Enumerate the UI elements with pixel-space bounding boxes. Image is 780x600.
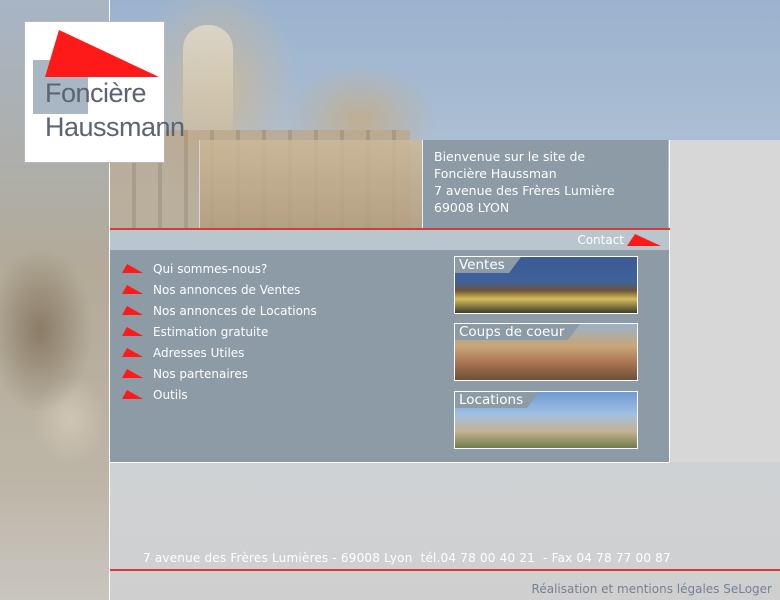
logo[interactable]: Foncière Haussmann [24,21,185,163]
red-arrow-icon [122,264,143,273]
welcome-line1: Bienvenue sur le site de [434,149,586,164]
nav-item-locations[interactable]: Nos annonces de Locations [122,300,317,321]
tower-photo [183,25,233,145]
nav-item-label: Nos partenaires [153,366,248,381]
red-arrow-icon [122,306,143,315]
welcome-line3: 7 avenue des Frères Lumière [434,183,615,198]
red-arrow-icon [122,285,143,294]
thumbnail-locations[interactable]: Locations [454,391,638,449]
thumbnail-ventes[interactable]: Ventes [454,256,638,314]
red-arrow-icon [627,234,661,246]
nav-item-label: Qui sommes-nous? [153,261,268,276]
nav-item-label: Nos annonces de Ventes [153,282,301,297]
right-grey-panel [669,140,780,462]
nav-item-qui-sommes-nous[interactable]: Qui sommes-nous? [122,258,317,279]
nav-item-partenaires[interactable]: Nos partenaires [122,363,317,384]
nav-item-label: Outils [153,387,188,402]
footer-address: 7 avenue des Frères Lumières - 69008 Lyo… [143,551,671,565]
nav-item-adresses[interactable]: Adresses Utiles [122,342,317,363]
thumbnail-label: Ventes [455,257,521,273]
logo-red-triangle [45,30,159,77]
contact-bar: Contact [110,230,669,250]
nav-item-label: Adresses Utiles [153,345,245,360]
nav-item-outils[interactable]: Outils [122,384,317,405]
main-panel: Qui sommes-nous? Nos annonces de Ventes … [110,250,669,463]
nav-item-ventes[interactable]: Nos annonces de Ventes [122,279,317,300]
red-arrow-icon [122,327,143,336]
nav-item-estimation[interactable]: Estimation gratuite [122,321,317,342]
welcome-line4: 69008 LYON [434,200,510,215]
red-arrow-icon [122,369,143,378]
contact-link[interactable]: Contact [577,233,624,247]
welcome-line2: Foncière Haussman [434,166,557,181]
header-building-photo [199,140,423,228]
thumbnail-label: Coups de coeur [455,324,581,340]
footer-divider-red [110,569,780,571]
logo-text-line2: Haussmann [45,112,185,142]
footer-credit-link[interactable]: Réalisation et mentions légales SeLoger [532,582,772,596]
red-arrow-icon [122,348,143,357]
nav-menu: Qui sommes-nous? Nos annonces de Ventes … [122,258,317,405]
nav-item-label: Nos annonces de Locations [153,303,317,318]
welcome-box: Bienvenue sur le site de Foncière Haussm… [422,140,668,228]
logo-text-line1: Foncière [45,78,147,108]
nav-item-label: Estimation gratuite [153,324,269,339]
red-arrow-icon [122,390,143,399]
thumbnail-label: Locations [455,392,540,408]
thumbnail-coups-de-coeur[interactable]: Coups de coeur [454,323,638,381]
